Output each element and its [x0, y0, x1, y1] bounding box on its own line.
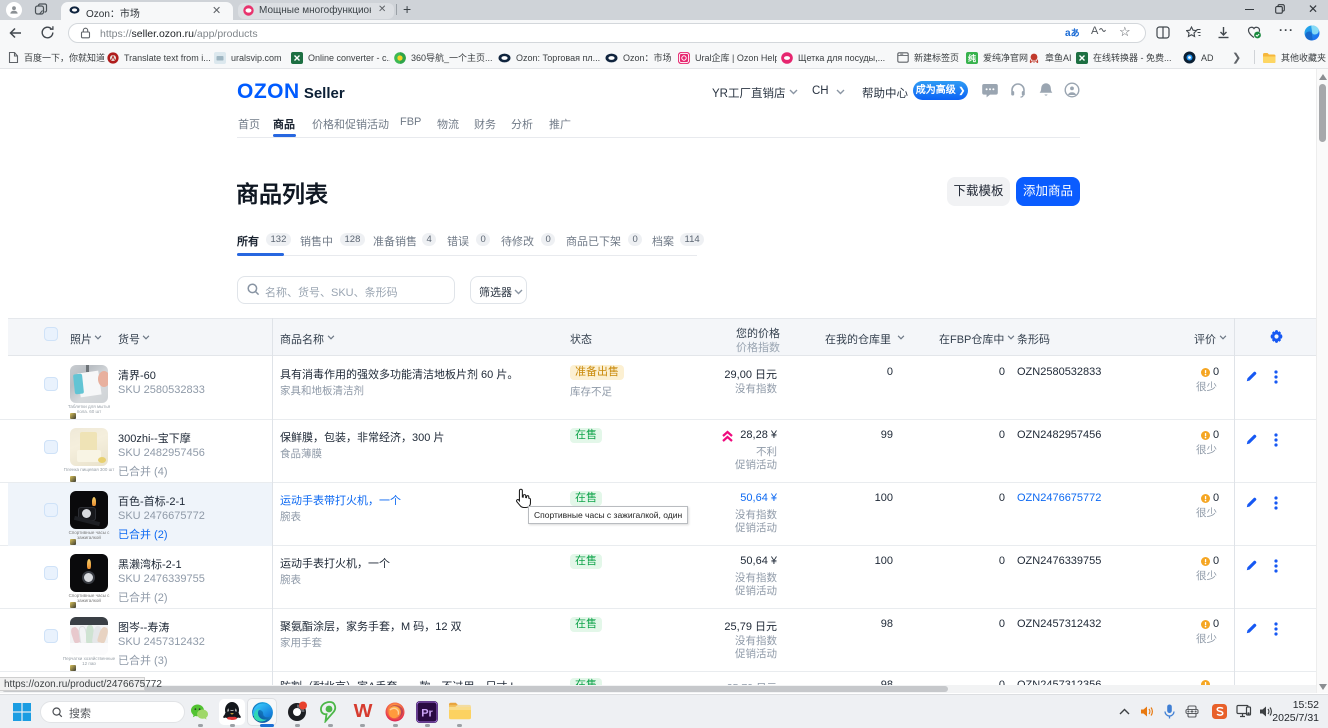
svg-text:W: W: [354, 702, 373, 722]
svg-text:Pr: Pr: [421, 708, 433, 720]
svg-text:纯: 纯: [968, 53, 976, 63]
